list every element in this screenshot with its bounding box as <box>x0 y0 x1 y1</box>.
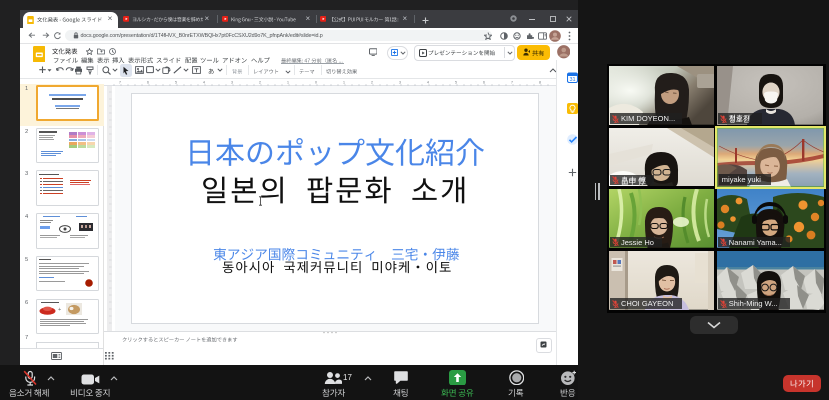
svg-text:5: 5 <box>455 79 458 84</box>
svg-text:1: 1 <box>287 79 290 84</box>
svg-text:6: 6 <box>147 79 150 84</box>
svg-text:3: 3 <box>231 79 234 84</box>
svg-text:3: 3 <box>399 79 402 84</box>
svg-text:4: 4 <box>427 79 430 84</box>
svg-text:6: 6 <box>483 79 486 84</box>
svg-text:31: 31 <box>569 77 575 83</box>
svg-text:1: 1 <box>343 79 346 84</box>
svg-text:8: 8 <box>539 79 542 84</box>
svg-text:7: 7 <box>511 79 514 84</box>
svg-text:2: 2 <box>259 79 262 84</box>
svg-text:5: 5 <box>175 79 178 84</box>
svg-text:4: 4 <box>203 79 206 84</box>
svg-text:2: 2 <box>371 79 374 84</box>
svg-text:0: 0 <box>315 79 318 84</box>
svg-text:7: 7 <box>119 79 122 84</box>
